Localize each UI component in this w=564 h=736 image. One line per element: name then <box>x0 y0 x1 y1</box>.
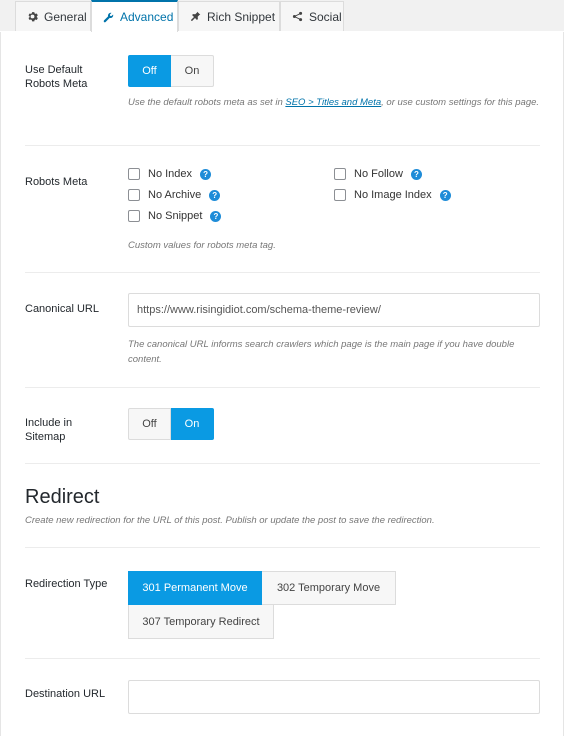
no-follow-option: No Follow ? <box>334 168 422 180</box>
divider <box>25 547 540 548</box>
tab-social[interactable]: Social <box>280 1 344 31</box>
no-image-index-option: No Image Index ? <box>334 189 451 201</box>
help-icon[interactable]: ? <box>410 168 422 180</box>
no-follow-label: No Follow <box>354 168 403 180</box>
tab-label: General <box>44 9 87 24</box>
tab-label: Rich Snippet <box>207 9 276 24</box>
no-snippet-option: No Snippet ? <box>128 210 222 222</box>
robots-default-label: Use Default Robots Meta <box>25 64 88 90</box>
robots-default-off-button[interactable]: Off <box>128 55 171 87</box>
tab-advanced[interactable]: Advanced <box>91 0 178 32</box>
canonical-url-label: Canonical URL <box>25 303 99 315</box>
canonical-url-description: The canonical URL informs search crawler… <box>128 339 515 365</box>
advanced-panel: Use Default Robots Meta Off On Use the d… <box>0 32 564 736</box>
help-icon[interactable]: ? <box>210 210 222 222</box>
no-image-index-label: No Image Index <box>354 189 432 201</box>
desc-text: Use the default robots meta as set in <box>128 97 286 108</box>
sitemap-on-button[interactable]: On <box>171 408 214 440</box>
no-archive-label: No Archive <box>148 189 202 201</box>
divider <box>25 272 540 273</box>
tab-rich-snippet[interactable]: Rich Snippet <box>178 1 280 31</box>
no-archive-option: No Archive ? <box>128 189 221 201</box>
divider <box>25 387 540 388</box>
divider <box>25 145 540 146</box>
divider <box>25 658 540 659</box>
canonical-url-input[interactable] <box>128 293 540 327</box>
share-icon <box>291 11 303 23</box>
redirect-307-button[interactable]: 307 Temporary Redirect <box>128 605 274 639</box>
help-icon[interactable]: ? <box>209 189 221 201</box>
robots-default-on-button[interactable]: On <box>171 55 214 87</box>
no-image-index-checkbox[interactable] <box>334 189 346 201</box>
destination-url-input[interactable] <box>128 680 540 714</box>
redirect-302-button[interactable]: 302 Temporary Move <box>262 571 396 605</box>
no-archive-checkbox[interactable] <box>128 189 140 201</box>
robots-default-description: Use the default robots meta as set in SE… <box>128 95 543 110</box>
no-index-checkbox[interactable] <box>128 168 140 180</box>
redirect-301-button[interactable]: 301 Permanent Move <box>128 571 262 605</box>
pin-icon <box>189 11 201 23</box>
titles-meta-link[interactable]: SEO > Titles and Meta <box>285 97 381 108</box>
tab-label: Advanced <box>120 10 174 24</box>
gear-icon <box>26 11 38 23</box>
help-icon[interactable]: ? <box>200 168 212 180</box>
redirect-heading: Redirect <box>25 486 100 508</box>
robots-default-toggle: Off On <box>128 55 214 87</box>
help-icon[interactable]: ? <box>439 189 451 201</box>
redirection-type-label: Redirection Type <box>25 578 108 590</box>
robots-meta-label: Robots Meta <box>25 176 88 188</box>
divider <box>25 463 540 464</box>
no-index-option: No Index ? <box>128 168 212 180</box>
sitemap-label: Include in Sitemap <box>25 417 73 443</box>
no-snippet-checkbox[interactable] <box>128 210 140 222</box>
redirect-description: Create new redirection for the URL of th… <box>25 515 435 526</box>
tab-label: Social <box>309 9 342 24</box>
destination-url-label: Destination URL <box>25 688 106 700</box>
no-follow-checkbox[interactable] <box>334 168 346 180</box>
robots-meta-description: Custom values for robots meta tag. <box>128 240 276 251</box>
desc-text: , or use custom settings for this page. <box>381 97 540 108</box>
no-index-label: No Index <box>148 168 193 180</box>
tab-general[interactable]: General <box>15 1 91 31</box>
wrench-icon <box>102 11 114 23</box>
sitemap-off-button[interactable]: Off <box>128 408 171 440</box>
no-snippet-label: No Snippet <box>148 210 203 222</box>
sitemap-toggle: Off On <box>128 408 214 440</box>
